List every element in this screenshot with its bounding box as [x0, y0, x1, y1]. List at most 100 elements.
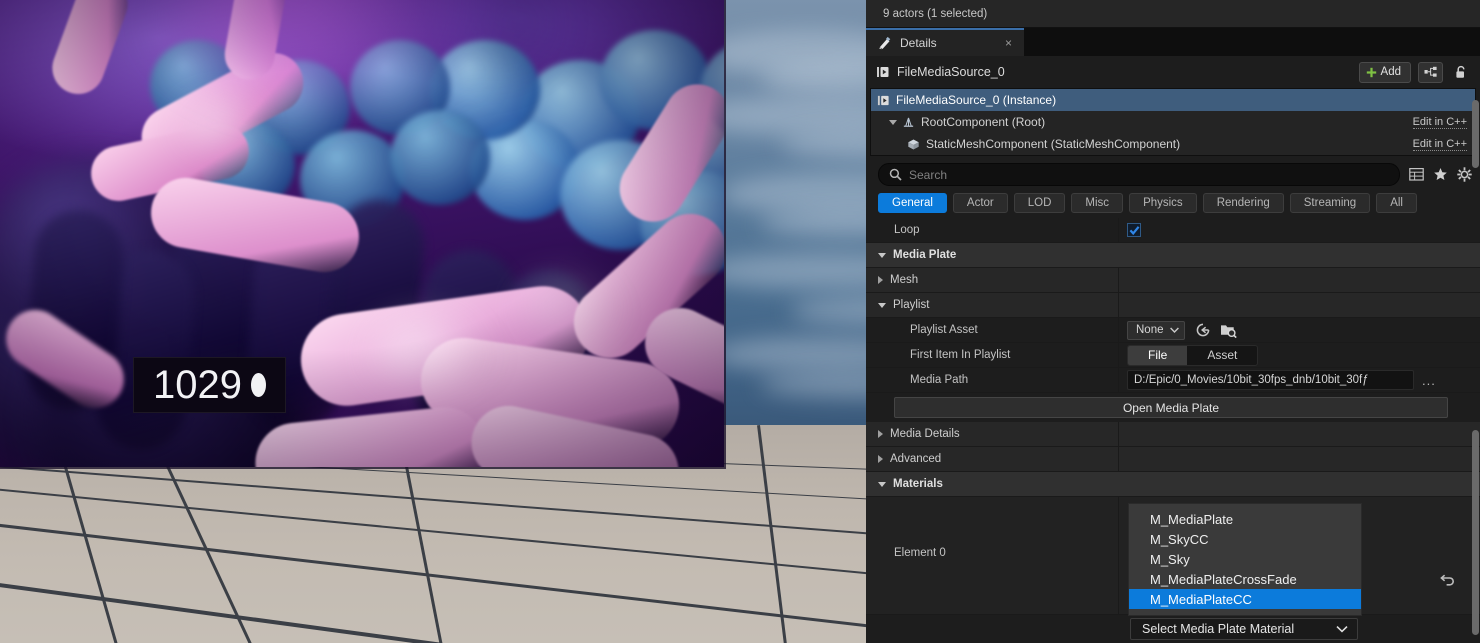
material-option-m_mediaplatecrossfade[interactable]: M_MediaPlateCrossFade — [1129, 569, 1361, 589]
table-view-icon[interactable] — [1409, 167, 1424, 182]
filter-tab-misc[interactable]: Misc — [1071, 193, 1124, 213]
floor-line — [757, 425, 801, 643]
media-source-icon — [876, 65, 890, 79]
select-media-plate-material-button[interactable]: Select Media Plate Material — [1130, 618, 1358, 640]
details-wrench-icon — [878, 36, 892, 50]
section-advanced[interactable]: Advanced — [866, 447, 1480, 472]
favorite-star-icon[interactable] — [1433, 167, 1448, 182]
section-playlist[interactable]: Playlist — [866, 293, 1480, 318]
settings-gear-icon[interactable] — [1457, 167, 1472, 182]
chevron-down-icon — [878, 481, 886, 487]
material-option-m_mediaplatecc[interactable]: M_MediaPlateCC — [1129, 589, 1361, 609]
material-option-m_mediaplate[interactable]: M_MediaPlate — [1129, 509, 1361, 529]
properties-scrollbar[interactable] — [1472, 430, 1479, 635]
filter-tab-streaming[interactable]: Streaming — [1289, 193, 1371, 213]
filter-tab-physics[interactable]: Physics — [1129, 193, 1197, 213]
chevron-down-icon — [878, 252, 886, 258]
browse-to-asset-icon[interactable] — [1195, 322, 1211, 338]
search-icon — [889, 168, 902, 181]
playlist-asset-value-cell: None — [1118, 318, 1480, 342]
playlist-asset-dropdown[interactable]: None — [1127, 320, 1185, 340]
filter-tab-rendering[interactable]: Rendering — [1202, 193, 1284, 213]
playlist-asset-label: Playlist Asset — [910, 324, 978, 336]
tree-row-0[interactable]: FileMediaSource_0 (Instance) — [871, 89, 1475, 111]
select-material-label: Select Media Plate Material — [1142, 622, 1295, 636]
category-materials-label: Materials — [893, 478, 943, 490]
property-row-loop: Loop — [866, 218, 1480, 243]
tab-details-label: Details — [900, 36, 937, 50]
frame-counter-overlay: 1029 — [133, 357, 286, 413]
add-button-label: Add — [1380, 66, 1401, 78]
category-materials[interactable]: Materials — [866, 472, 1480, 497]
section-media-details[interactable]: Media Details — [866, 422, 1480, 447]
first-item-option-file[interactable]: File — [1128, 345, 1188, 365]
section-playlist-value — [1118, 293, 1480, 317]
element-0-label: Element 0 — [894, 547, 946, 559]
media-path-browse-button[interactable]: ... — [1422, 373, 1436, 388]
section-mesh[interactable]: Mesh — [866, 268, 1480, 293]
property-filter-tabs: General Actor LOD Misc Physics Rendering Strea… — [866, 191, 1480, 218]
category-media-plate[interactable]: Media Plate — [866, 243, 1480, 268]
section-mesh-value — [1118, 268, 1480, 292]
component-tree: FileMediaSource_0 (Instance) RootComponen… — [870, 88, 1476, 156]
find-in-content-browser-icon[interactable] — [1220, 322, 1237, 338]
edit-in-cpp-link[interactable]: Edit in C++ — [1412, 138, 1467, 151]
tree-row-2[interactable]: StaticMeshComponent (StaticMeshComponent… — [871, 133, 1475, 155]
material-option-m_skycc[interactable]: M_SkyCC — [1129, 529, 1361, 549]
section-playlist-label: Playlist — [893, 299, 930, 311]
section-playlist-name: Playlist — [878, 299, 1118, 311]
plus-icon — [1366, 67, 1377, 78]
first-item-option-asset[interactable]: Asset — [1187, 346, 1257, 365]
section-media-details-name: Media Details — [878, 428, 1118, 440]
first-item-label: First Item In Playlist — [910, 349, 1011, 361]
media-path-label: Media Path — [910, 374, 969, 386]
scene-component-icon — [902, 116, 915, 129]
section-advanced-label: Advanced — [890, 453, 942, 465]
chevron-down-icon — [1170, 327, 1179, 333]
property-row-media-path: Media Path D:/Epic/0_Movies/10bit_30fps_… — [866, 368, 1480, 393]
tab-details[interactable]: Details × — [866, 28, 1024, 56]
property-row-first-item: First Item In Playlist File Asset — [866, 343, 1480, 368]
revert-arrow-icon[interactable] — [1440, 572, 1456, 586]
loop-value-cell — [1118, 218, 1480, 242]
level-viewport[interactable]: 1029 — [0, 0, 866, 643]
details-scrollbar[interactable] — [1472, 100, 1479, 168]
close-icon[interactable]: × — [1002, 36, 1015, 50]
loop-checkbox[interactable] — [1127, 223, 1141, 237]
edit-in-cpp-link[interactable]: Edit in C++ — [1412, 116, 1467, 129]
unlock-icon[interactable] — [1450, 62, 1472, 83]
add-button[interactable]: Add — [1358, 61, 1411, 83]
actor-name: FileMediaSource_0 — [897, 65, 1005, 79]
media-path-value-cell: D:/Epic/0_Movies/10bit_30fps_dnb/10bit_3… — [1118, 368, 1480, 392]
materials-column-divider — [1118, 497, 1119, 614]
tree-row-1[interactable]: RootComponent (Root) Edit in C++ — [871, 111, 1475, 133]
floor-line — [0, 517, 866, 635]
material-option-m_sky[interactable]: M_Sky — [1129, 549, 1361, 569]
media-plate-vignette — [0, 0, 724, 467]
filter-tab-all[interactable]: All — [1376, 193, 1417, 213]
chevron-right-icon — [878, 455, 883, 463]
media-path-input[interactable]: D:/Epic/0_Movies/10bit_30fps_dnb/10bit_3… — [1127, 370, 1414, 390]
static-mesh-icon — [907, 138, 920, 151]
tree-row-label: StaticMeshComponent (StaticMeshComponent… — [926, 137, 1181, 151]
property-row-playlist-asset: Playlist Asset None — [866, 318, 1480, 343]
playlist-asset-value: None — [1136, 324, 1164, 336]
filter-tab-lod[interactable]: LOD — [1013, 193, 1066, 213]
unreal-editor-window: 1029 9 actors (1 selected) Details × Fil… — [0, 0, 1480, 643]
section-mesh-label: Mesh — [890, 274, 919, 286]
search-row: Search — [866, 156, 1480, 191]
filter-tab-actor[interactable]: Actor — [952, 193, 1008, 213]
open-media-plate-button[interactable]: Open Media Plate — [894, 397, 1448, 418]
media-source-icon — [877, 94, 890, 107]
panel-tabstrip: Details × — [866, 28, 1480, 56]
search-input[interactable]: Search — [878, 163, 1400, 186]
actor-status-bar: 9 actors (1 selected) — [866, 0, 1480, 28]
chevron-down-icon — [1336, 626, 1348, 633]
section-media-details-value — [1118, 422, 1480, 446]
chevron-down-icon — [878, 302, 886, 308]
media-plate-screen[interactable]: 1029 — [0, 0, 724, 467]
filter-tab-general[interactable]: General — [878, 193, 947, 213]
blueprint-graph-icon[interactable] — [1418, 61, 1443, 83]
search-placeholder: Search — [909, 167, 948, 182]
first-item-segmented-control: File Asset — [1127, 344, 1259, 366]
